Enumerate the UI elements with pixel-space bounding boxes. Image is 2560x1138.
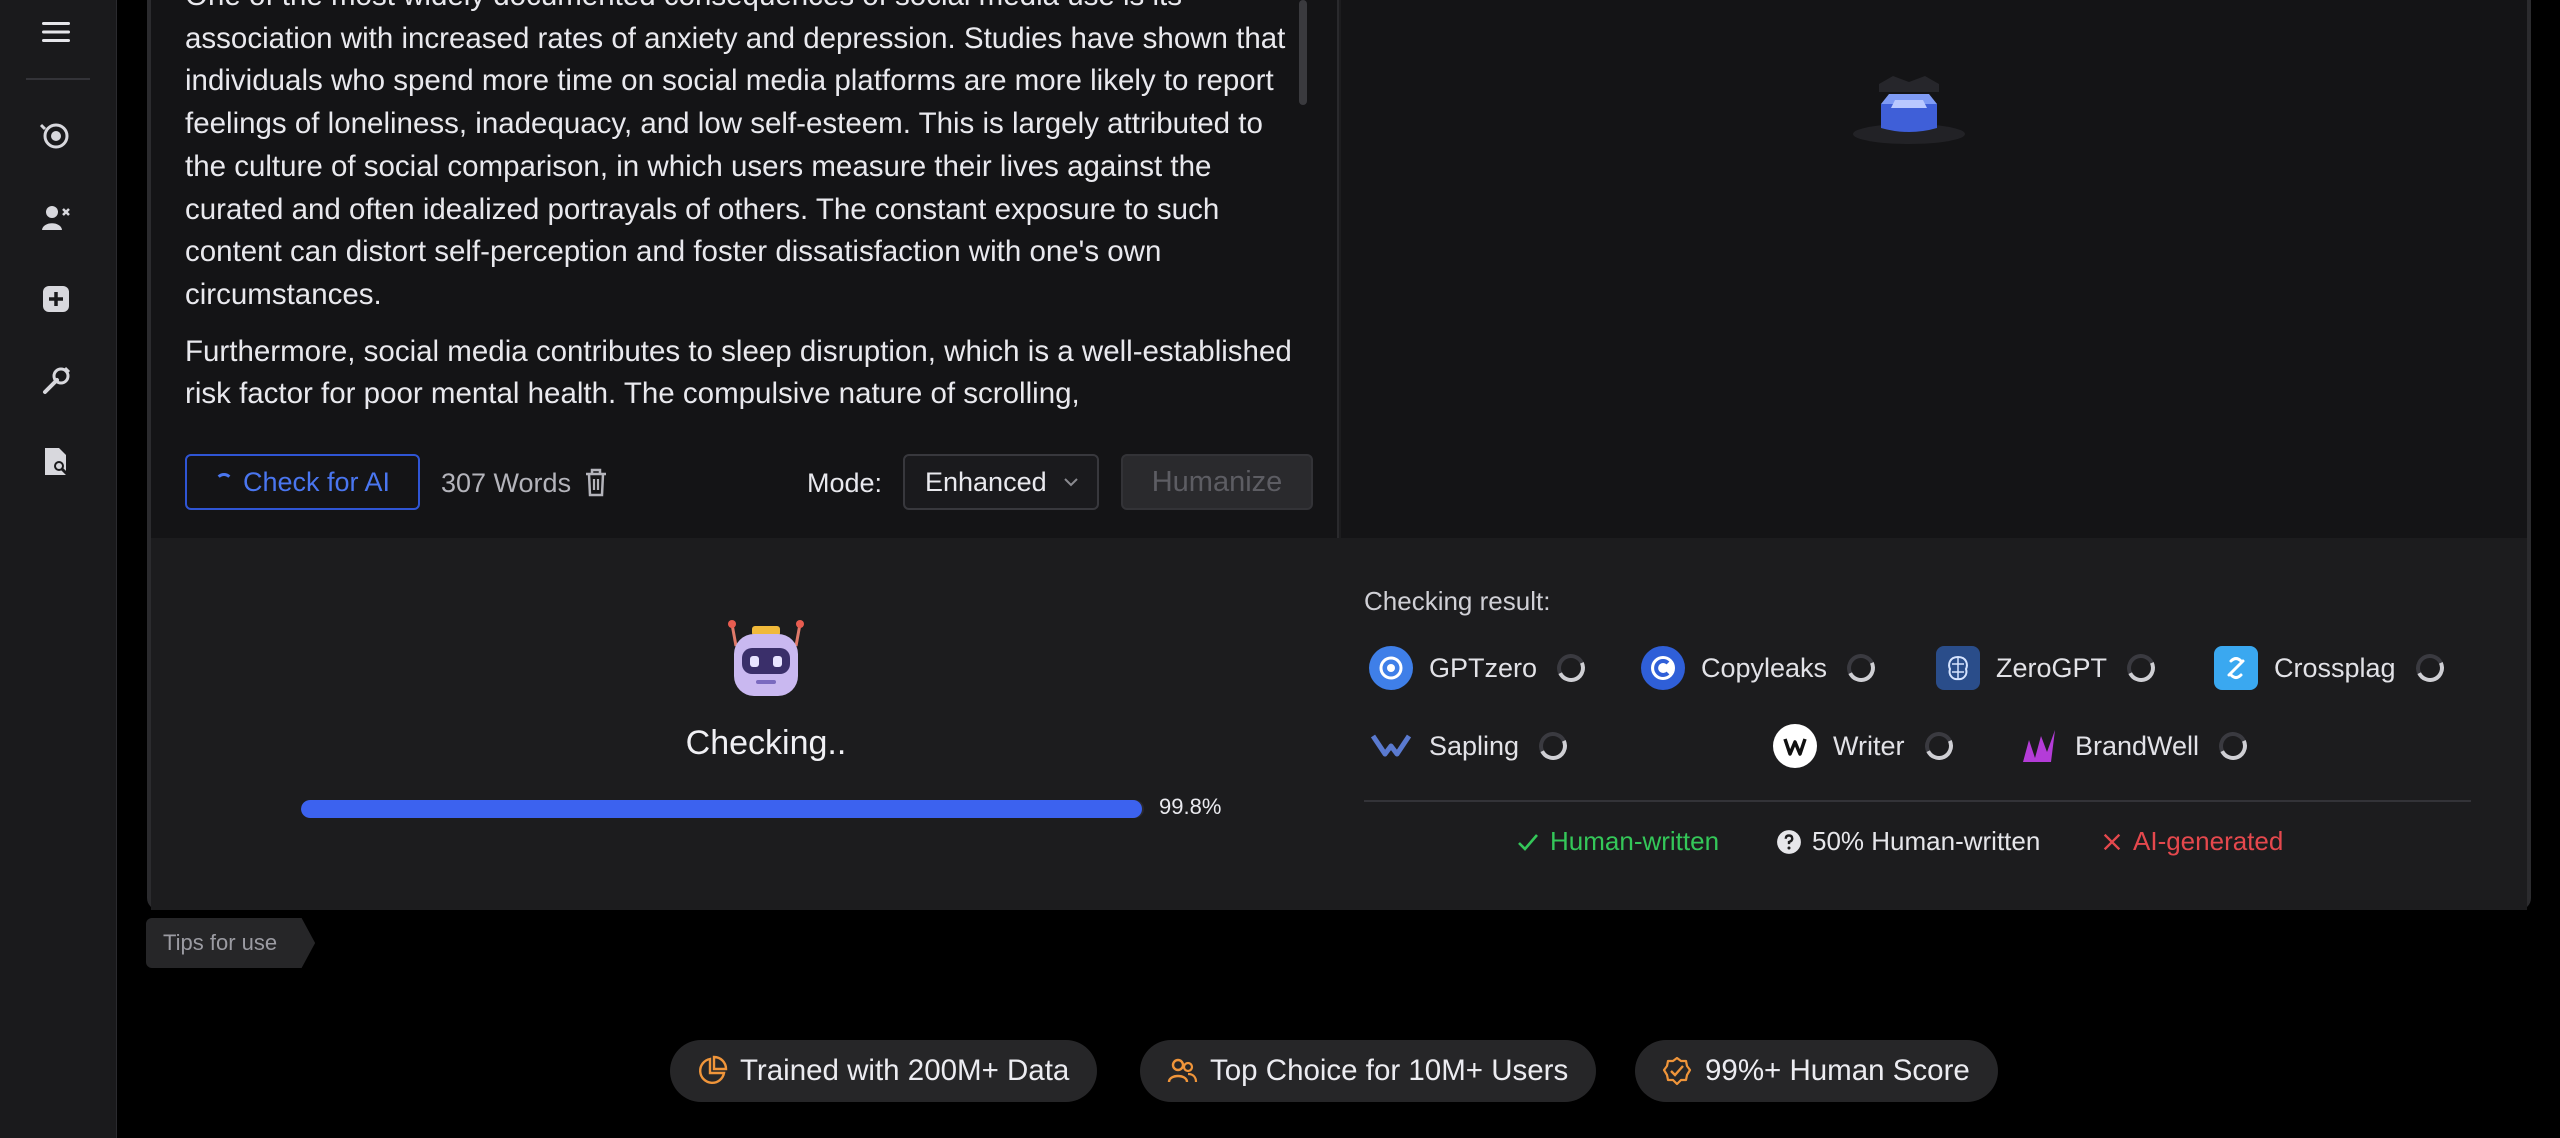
robot-icon: [728, 620, 804, 696]
legend-half-label: 50% Human-written: [1812, 826, 2041, 856]
results-section: Checking.. 99.8% Checking result: GPTzer…: [151, 538, 2527, 910]
users-icon: [1167, 1058, 1198, 1083]
legend-ai-label: AI-generated: [2133, 826, 2284, 856]
loading-spinner-icon: [1553, 650, 1589, 686]
badge-label: Trained with 200M+ Data: [740, 1054, 1070, 1087]
brandwell-logo-icon: [2015, 724, 2059, 768]
editor-paragraph: Furthermore, social media contributes to…: [185, 334, 1292, 411]
checking-status: Checking..: [685, 724, 847, 762]
loading-spinner-icon: [2411, 650, 2448, 686]
legend-half: 50% Human-written: [1776, 826, 2040, 857]
badge-label: 99%+ Human Score: [1705, 1054, 1970, 1087]
detector-writer: Writer: [1773, 722, 1957, 770]
tips-for-use[interactable]: Tips for use: [146, 918, 316, 968]
progress-bar: [301, 800, 1144, 818]
mode-select[interactable]: Enhanced: [903, 454, 1099, 510]
add-icon[interactable]: [34, 277, 78, 321]
badge-human-score: 99%+ Human Score: [1635, 1040, 1998, 1102]
detector-zerogpt: ZeroGPT: [1936, 644, 2159, 692]
detector-name: Copyleaks: [1701, 652, 1828, 683]
check-for-ai-button[interactable]: Check for AI: [185, 454, 420, 510]
main-panel: One of the most widely documented conseq…: [147, 0, 2531, 910]
menu-icon[interactable]: [34, 10, 78, 54]
editor-text[interactable]: One of the most widely documented conseq…: [185, 0, 1305, 430]
loading-spinner-icon: [2215, 728, 2252, 764]
copyleaks-logo-icon: [1641, 646, 1685, 690]
sidebar: [0, 0, 117, 1138]
detector-name: GPTzero: [1429, 652, 1538, 683]
empty-box-icon: [1853, 76, 1965, 144]
badge-label: Top Choice for 10M+ Users: [1210, 1054, 1569, 1087]
gptzero-logo-icon: [1369, 646, 1413, 690]
loading-spinner-icon: [1920, 728, 1957, 764]
legend-human: Human-written: [1516, 826, 1719, 857]
badge-top-choice: Top Choice for 10M+ Users: [1140, 1040, 1597, 1102]
progress-label: 99.8%: [1159, 794, 1222, 819]
sapling-logo-icon: [1369, 724, 1413, 768]
detector-name: Writer: [1833, 730, 1905, 761]
editor-toolbar: Check for AI 307 Words Mode: Enhanced Hu…: [151, 440, 1337, 538]
word-count: 307 Words: [441, 468, 572, 498]
legend-human-label: Human-written: [1550, 826, 1720, 856]
legend-ai: AI-generated: [2101, 826, 2283, 857]
x-icon: [2103, 833, 2121, 850]
sidebar-divider: [26, 78, 90, 80]
verified-badge-icon: [1662, 1056, 1692, 1086]
question-icon: [1777, 829, 1801, 854]
tools-icon[interactable]: [34, 359, 78, 403]
loading-spinner-icon: [1535, 728, 1572, 764]
chevron-down-icon: [1064, 478, 1078, 487]
loading-spinner-icon: [214, 473, 233, 491]
check-icon: [1518, 833, 1538, 851]
output-panel: [1341, 0, 2527, 538]
detector-name: Crossplag: [2274, 652, 2396, 683]
results-divider: [1364, 800, 2471, 802]
check-for-ai-label: Check for AI: [242, 466, 391, 497]
loading-spinner-icon: [2123, 650, 2159, 686]
mode-value: Enhanced: [925, 466, 1047, 497]
detector-name: Sapling: [1429, 730, 1520, 761]
detector-crossplag: Crossplag: [2214, 644, 2448, 692]
input-editor[interactable]: One of the most widely documented conseq…: [151, 0, 1339, 538]
humanize-button[interactable]: Humanize: [1121, 454, 1313, 510]
plagiarism-check-icon[interactable]: [34, 440, 78, 484]
humanize-icon[interactable]: [34, 196, 78, 240]
badge-trained-data: Trained with 200M+ Data: [670, 1040, 1098, 1102]
crossplag-logo-icon: [2214, 646, 2258, 690]
loading-spinner-icon: [1843, 650, 1880, 686]
detector-name: ZeroGPT: [1996, 652, 2108, 683]
detector-name: BrandWell: [2075, 730, 2200, 761]
mode-label: Mode:: [807, 468, 883, 498]
progress-fill: [301, 800, 1143, 818]
detector-brandwell: BrandWell: [2015, 722, 2252, 770]
detector-gptzero: GPTzero: [1369, 644, 1589, 692]
writer-logo-icon: [1773, 724, 1817, 768]
detector-copyleaks: Copyleaks: [1641, 644, 1880, 692]
checking-result-title: Checking result:: [1364, 586, 1551, 616]
ai-detector-icon[interactable]: [34, 114, 78, 158]
editor-scrollbar[interactable]: [1299, 0, 1307, 105]
detector-sapling: Sapling: [1369, 722, 1572, 770]
editor-paragraph: One of the most widely documented conseq…: [185, 0, 1286, 311]
pie-chart-icon: [699, 1055, 728, 1084]
zerogpt-logo-icon: [1936, 646, 1980, 690]
trash-icon[interactable]: [581, 466, 611, 498]
